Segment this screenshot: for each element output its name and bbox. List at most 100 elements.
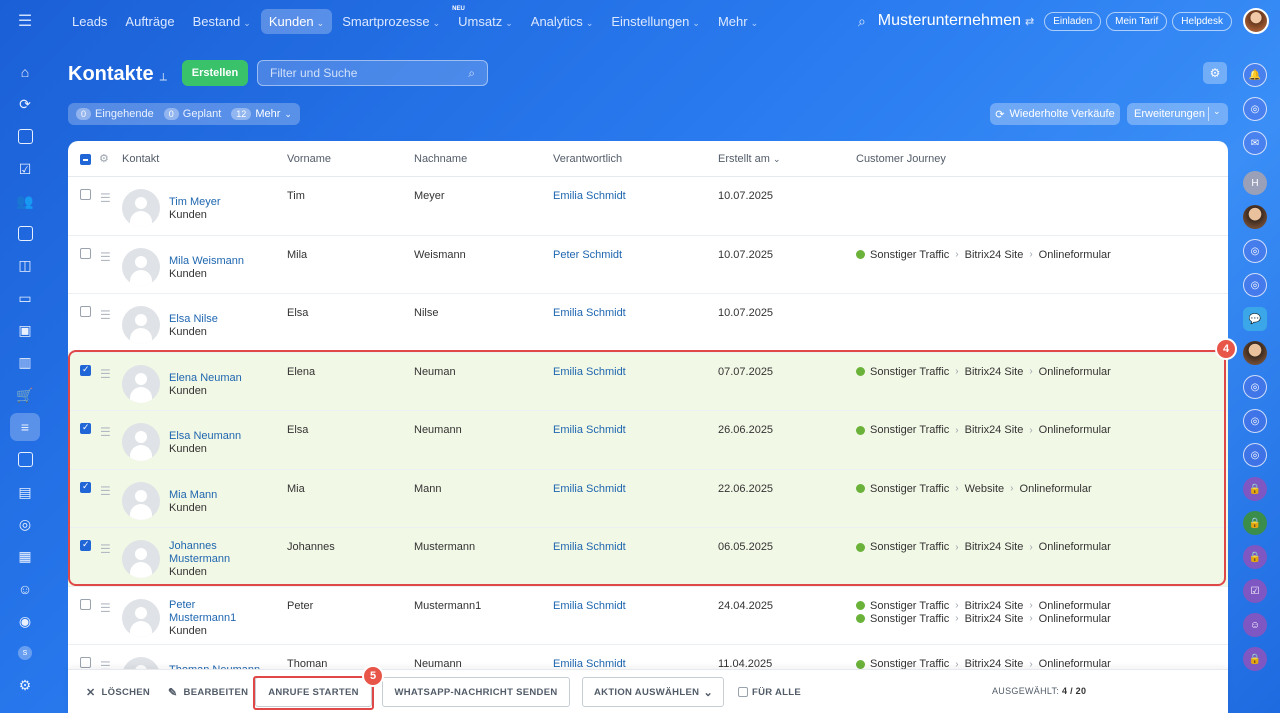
owner-link[interactable]: Emilia Schmidt: [553, 190, 626, 202]
nav-item-auftr-ge[interactable]: Aufträge: [117, 9, 182, 34]
column-created[interactable]: Erstellt am ⌄: [718, 153, 781, 165]
nav-item-umsatz[interactable]: NEU Umsatz ⌄: [450, 6, 521, 34]
company-name[interactable]: Musterunternehmen ⇄: [878, 12, 1034, 30]
lock-green-icon[interactable]: 🔒: [1230, 506, 1280, 540]
invite-button[interactable]: Einladen: [1044, 11, 1102, 31]
lock-icon[interactable]: 🔒: [1230, 472, 1280, 506]
contacts-icon[interactable]: 👥: [0, 185, 50, 217]
column-lastname[interactable]: Nachname: [414, 153, 467, 165]
small-avatar[interactable]: S: [0, 637, 50, 669]
menu-icon[interactable]: ☰: [0, 0, 50, 42]
column-journey[interactable]: Customer Journey: [856, 153, 946, 165]
column-settings-icon[interactable]: ⚙: [99, 152, 109, 165]
repeat-sales-button[interactable]: ⟳ Wiederholte Verkäufe: [990, 103, 1120, 125]
delete-button[interactable]: ✕ LÖSCHEN: [86, 670, 150, 713]
group-chat-icon[interactable]: 💬: [1230, 302, 1280, 336]
pin-icon[interactable]: ⟂: [160, 71, 167, 83]
counter-incoming[interactable]: 0 Eingehende: [76, 108, 154, 120]
bot-icon[interactable]: ☺: [0, 573, 50, 605]
table-row[interactable]: ☰ Mila Weismann Kunden Mila Weismann Peter Sc…: [68, 236, 1228, 294]
table-row[interactable]: ☰ Tim Meyer Kunden Tim Meyer Emilia Schmidt 10…: [68, 177, 1228, 236]
select-all-checkbox[interactable]: [80, 154, 91, 165]
openlines-icon-3[interactable]: ◎: [1230, 370, 1280, 404]
contact-name-link[interactable]: Mila Weismann: [169, 255, 269, 268]
openlines-icon-5[interactable]: ◎: [1230, 438, 1280, 472]
nav-item-smartprozesse[interactable]: Smartprozesse ⌄: [334, 9, 448, 34]
table-row[interactable]: ☰ Peter Mustermann1 Kunden Peter Mustermann1 E…: [68, 587, 1228, 645]
row-checkbox[interactable]: [80, 306, 91, 317]
check-icon[interactable]: ☑: [1230, 574, 1280, 608]
nav-item-kunden[interactable]: Kunden ⌄: [260, 8, 333, 34]
avatar[interactable]: [122, 306, 160, 344]
helpdesk-button[interactable]: Helpdesk: [1172, 11, 1232, 31]
helpdesk-avatar[interactable]: H: [1230, 166, 1280, 200]
inbox-icon[interactable]: ▭: [0, 282, 50, 314]
user-chat-avatar[interactable]: [1230, 200, 1280, 234]
nav-item-einstellungen[interactable]: Einstellungen ⌄: [603, 9, 708, 34]
message-icon[interactable]: ✉: [1230, 126, 1280, 160]
workflow-icon[interactable]: ⟳: [0, 88, 50, 120]
row-checkbox[interactable]: [80, 598, 91, 610]
owner-link[interactable]: Emilia Schmidt: [553, 600, 626, 612]
create-button[interactable]: Erstellen: [182, 60, 248, 86]
settings-icon[interactable]: ⚙: [0, 670, 50, 702]
document-icon[interactable]: [0, 121, 50, 153]
analytics-icon[interactable]: ▥: [0, 347, 50, 379]
card-icon[interactable]: ▤: [0, 476, 50, 508]
contact-name-link[interactable]: Elsa Nilse: [169, 313, 269, 326]
avatar[interactable]: [122, 247, 160, 286]
column-firstname[interactable]: Vorname: [287, 153, 331, 165]
counter-more[interactable]: 12 Mehr ⌄: [231, 108, 292, 120]
contact-name-link[interactable]: Peter Mustermann1: [169, 599, 269, 625]
edit-button[interactable]: ✎ BEARBEITEN: [168, 670, 248, 713]
extensions-button[interactable]: Erweiterungen ⌄: [1127, 103, 1228, 125]
avatar[interactable]: [122, 189, 160, 227]
drag-handle-icon[interactable]: ☰: [100, 250, 111, 264]
lock-icon-2[interactable]: 🔒: [1230, 540, 1280, 574]
drag-handle-icon[interactable]: ☰: [100, 308, 111, 322]
support-icon[interactable]: ◎: [0, 508, 50, 540]
nav-item-analytics[interactable]: Analytics ⌄: [523, 9, 602, 34]
copilot-icon[interactable]: ◎: [1230, 92, 1280, 126]
counter-planned[interactable]: 0 Geplant: [163, 108, 221, 120]
column-owner[interactable]: Verantwortlich: [553, 153, 622, 165]
profile-avatar[interactable]: [1230, 336, 1280, 370]
nav-item-bestand[interactable]: Bestand ⌄: [185, 9, 259, 34]
row-checkbox[interactable]: [80, 247, 91, 259]
owner-link[interactable]: Peter Schmidt: [553, 249, 622, 261]
robot-icon[interactable]: ☺: [1230, 608, 1280, 642]
edit-doc-icon[interactable]: [0, 444, 50, 476]
owner-link[interactable]: Emilia Schmidt: [553, 307, 626, 319]
file-icon[interactable]: [0, 217, 50, 249]
row-checkbox[interactable]: [80, 657, 91, 668]
my-plan-button[interactable]: Mein Tarif: [1106, 11, 1168, 31]
avatar[interactable]: [122, 598, 160, 637]
calendar-icon[interactable]: ▦: [0, 540, 50, 572]
nav-item-leads[interactable]: Leads: [64, 9, 115, 34]
crm-icon[interactable]: ≡: [0, 411, 50, 443]
choose-action-select[interactable]: AKTION AUSWÄHLEN ⌄: [582, 677, 724, 707]
openlines-icon[interactable]: ◎: [1230, 234, 1280, 268]
home-icon[interactable]: ⌂: [0, 56, 50, 88]
contact-name-link[interactable]: Tim Meyer: [169, 196, 269, 209]
for-all-box[interactable]: [738, 687, 748, 697]
search-icon[interactable]: ⌕: [858, 13, 866, 30]
openlines-icon-2[interactable]: ◎: [1230, 268, 1280, 302]
openlines-icon-4[interactable]: ◎: [1230, 404, 1280, 438]
chat-icon[interactable]: ◫: [0, 250, 50, 282]
drag-handle-icon[interactable]: ☰: [100, 601, 111, 615]
user-avatar[interactable]: [1243, 8, 1269, 34]
board-icon[interactable]: ▣: [0, 314, 50, 346]
for-all-checkbox[interactable]: FÜR ALLE: [738, 670, 801, 713]
task-icon[interactable]: ☑: [0, 153, 50, 185]
table-row[interactable]: ☰ Elsa Nilse Kunden Elsa Nilse Emilia Schmidt…: [68, 294, 1228, 353]
nav-item-mehr[interactable]: Mehr ⌄: [710, 9, 766, 34]
gear-icon[interactable]: ⚙: [1203, 62, 1227, 84]
whatsapp-button[interactable]: WHATSAPP-NACHRICHT SENDEN: [382, 677, 570, 707]
bell-icon[interactable]: 🔔: [1230, 58, 1280, 92]
column-contact[interactable]: Kontakt: [122, 153, 159, 165]
cart-icon[interactable]: 🛒: [0, 379, 50, 411]
search-input[interactable]: Filter und Suche ⌕: [257, 60, 488, 86]
lock-icon-3[interactable]: 🔒: [1230, 642, 1280, 676]
row-checkbox[interactable]: [80, 189, 91, 200]
